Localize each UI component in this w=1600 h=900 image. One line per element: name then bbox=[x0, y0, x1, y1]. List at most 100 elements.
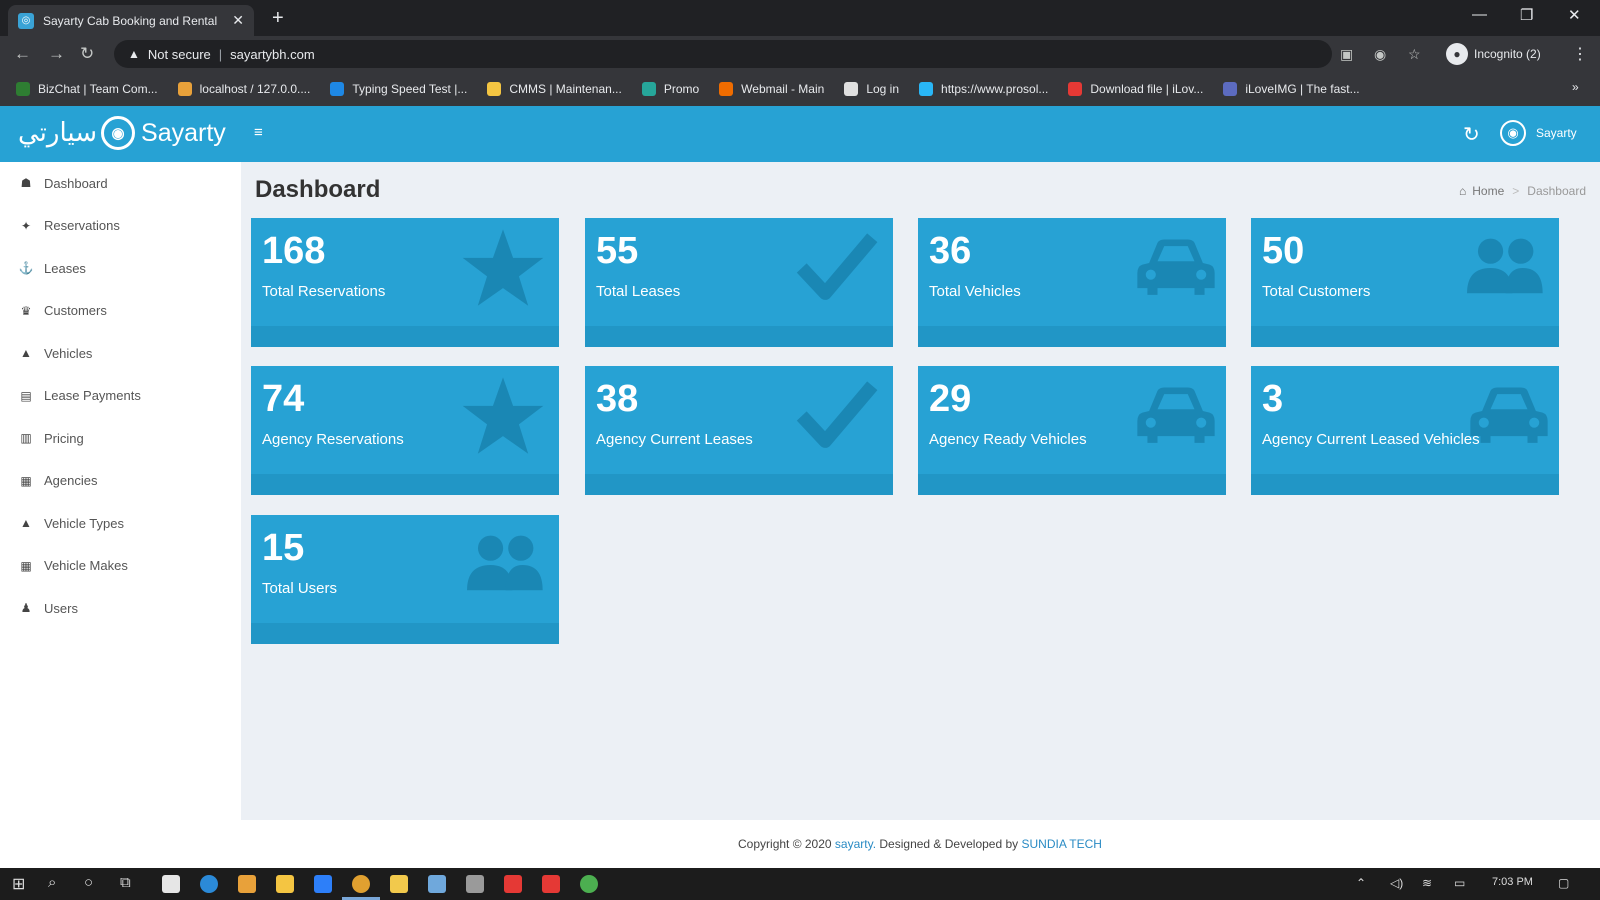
sidebar-item-leases[interactable]: ⚓ Leases bbox=[0, 247, 241, 290]
search-icon[interactable]: ⌕ bbox=[48, 874, 56, 891]
stat-card-footer[interactable] bbox=[585, 474, 893, 495]
site-favicon-icon: ◎ bbox=[18, 12, 34, 29]
file-explorer-icon[interactable] bbox=[390, 875, 408, 893]
stat-card-footer[interactable] bbox=[918, 326, 1226, 347]
volume-icon[interactable]: ◁) bbox=[1390, 876, 1403, 890]
app-icon[interactable] bbox=[580, 875, 598, 893]
stat-card-footer[interactable] bbox=[251, 326, 559, 347]
app-icon[interactable] bbox=[428, 875, 446, 893]
restore-window-button[interactable]: ❐ bbox=[1520, 6, 1533, 24]
tray-expand-icon[interactable]: ⌃ bbox=[1356, 876, 1366, 890]
minimize-window-button[interactable]: — bbox=[1472, 6, 1487, 23]
stat-label: Total Vehicles bbox=[929, 283, 1021, 300]
close-tab-icon[interactable]: ✕ bbox=[232, 12, 244, 29]
stat-card-agency-current-leases[interactable]: 38 Agency Current Leases bbox=[585, 366, 893, 495]
back-arrow-icon[interactable]: ← bbox=[14, 44, 31, 64]
app-icon[interactable] bbox=[504, 875, 522, 893]
sidebar-item-vehicle-types[interactable]: ▲ Vehicle Types bbox=[0, 502, 241, 545]
security-label: Not secure bbox=[147, 46, 211, 62]
stat-card-footer[interactable] bbox=[1251, 326, 1559, 347]
address-bar[interactable]: ▲ Not secure | sayartybh.com bbox=[114, 40, 1332, 68]
app-icon[interactable] bbox=[314, 875, 332, 893]
tracking-blocked-icon[interactable]: ◉ bbox=[1374, 46, 1386, 63]
app-icon[interactable] bbox=[238, 875, 256, 893]
store-app-icon[interactable] bbox=[162, 875, 180, 893]
sidebar-item-label: Users bbox=[44, 600, 78, 616]
task-view-icon[interactable]: ⧉ bbox=[120, 874, 131, 891]
breadcrumb: ⌂ Home > Dashboard bbox=[1459, 184, 1586, 198]
car-icon bbox=[1128, 226, 1215, 310]
stat-card-footer[interactable] bbox=[251, 623, 559, 644]
pricing-icon: ▥ bbox=[20, 431, 32, 446]
sidebar-item-customers[interactable]: ♛ Customers bbox=[0, 290, 241, 333]
sidebar-item-dashboard[interactable]: ☗ Dashboard bbox=[0, 162, 241, 205]
bookmark-item[interactable]: CMMS | Maintenan... bbox=[487, 82, 622, 96]
app-icon[interactable] bbox=[276, 875, 294, 893]
stat-card-total-users[interactable]: 15 Total Users bbox=[251, 515, 559, 644]
bookmark-item[interactable]: https://www.prosol... bbox=[919, 82, 1048, 96]
brand-link[interactable]: sayarty. bbox=[835, 837, 876, 851]
chrome-app-icon[interactable] bbox=[352, 875, 370, 893]
bookmark-item[interactable]: Webmail - Main bbox=[719, 82, 824, 96]
sidebar-item-label: Agencies bbox=[44, 473, 98, 489]
user-name[interactable]: Sayarty bbox=[1536, 126, 1577, 140]
sidebar-toggle-icon[interactable]: ≡ bbox=[254, 124, 263, 141]
user-avatar[interactable]: ◉ bbox=[1500, 120, 1526, 146]
bookmark-favicon-icon bbox=[487, 82, 502, 96]
breadcrumb-home-link[interactable]: Home bbox=[1472, 184, 1504, 198]
new-tab-button[interactable]: + bbox=[272, 7, 284, 30]
sidebar-item-agencies[interactable]: ▦ Agencies bbox=[0, 460, 241, 503]
home-icon[interactable]: ⌂ bbox=[1459, 184, 1466, 198]
bookmark-item[interactable]: iLoveIMG | The fast... bbox=[1223, 82, 1360, 96]
browser-menu-icon[interactable]: ⋮ bbox=[1572, 44, 1588, 64]
clock-time[interactable]: 7:03 PM bbox=[1492, 876, 1533, 888]
bookmark-favicon-icon bbox=[1068, 82, 1083, 96]
bookmark-item[interactable]: localhost / 127.0.0.... bbox=[177, 82, 310, 96]
app-icon[interactable] bbox=[466, 875, 484, 893]
bookmark-item[interactable]: BizChat | Team Com... bbox=[16, 82, 158, 96]
windows-start-icon[interactable]: ⊞ bbox=[12, 874, 25, 894]
stat-card-footer[interactable] bbox=[918, 474, 1226, 495]
sidebar-item-lease-payments[interactable]: ▤ Lease Payments bbox=[0, 375, 241, 418]
bookmark-item[interactable]: Typing Speed Test |... bbox=[330, 82, 467, 96]
keyboard-icon[interactable]: ▭ bbox=[1454, 876, 1465, 890]
developer-link[interactable]: SUNDIA TECH bbox=[1022, 837, 1102, 851]
translate-icon[interactable]: ▣ bbox=[1340, 46, 1353, 63]
sidebar-item-vehicle-makes[interactable]: ▦ Vehicle Makes bbox=[0, 545, 241, 588]
forward-arrow-icon[interactable]: → bbox=[48, 44, 65, 64]
payment-icon: ▤ bbox=[20, 388, 32, 403]
stat-card-total-reservations[interactable]: 168 Total Reservations bbox=[251, 218, 559, 347]
stat-card-footer[interactable] bbox=[585, 326, 893, 347]
bookmark-star-icon[interactable]: ☆ bbox=[1408, 46, 1421, 63]
sidebar-item-reservations[interactable]: ✦ Reservations bbox=[0, 205, 241, 248]
stat-card-agency-ready-vehicles[interactable]: 29 Agency Ready Vehicles bbox=[918, 366, 1226, 495]
stat-card-footer[interactable] bbox=[1251, 474, 1559, 495]
stat-card-total-customers[interactable]: 50 Total Customers bbox=[1251, 218, 1559, 347]
sidebar-item-vehicles[interactable]: ▲ Vehicles bbox=[0, 332, 241, 375]
reload-icon[interactable]: ↻ bbox=[80, 44, 94, 64]
sidebar-item-users[interactable]: ♟ Users bbox=[0, 587, 241, 630]
browser-tab[interactable]: ◎ Sayarty Cab Booking and Rental ✕ bbox=[8, 5, 254, 36]
cortana-icon[interactable]: ○ bbox=[84, 874, 93, 891]
bookmark-item[interactable]: Promo bbox=[641, 82, 699, 96]
app-icon[interactable] bbox=[542, 875, 560, 893]
stat-card-footer[interactable] bbox=[251, 474, 559, 495]
warning-icon[interactable]: ▲ bbox=[128, 47, 140, 61]
edge-app-icon[interactable] bbox=[200, 875, 218, 893]
bookmark-item[interactable]: Download file | iLov... bbox=[1068, 82, 1203, 96]
stat-card-agency-reservations[interactable]: 74 Agency Reservations bbox=[251, 366, 559, 495]
more-bookmarks-icon[interactable]: » bbox=[1572, 80, 1579, 94]
incognito-profile-button[interactable]: ● Incognito (2) bbox=[1446, 42, 1541, 66]
stat-card-total-leases[interactable]: 55 Total Leases bbox=[585, 218, 893, 347]
stat-label: Agency Ready Vehicles bbox=[929, 431, 1087, 448]
sayarty-logo[interactable]: سيارتي ◉ Sayarty bbox=[18, 116, 226, 150]
refresh-icon[interactable]: ↻ bbox=[1463, 122, 1480, 147]
bookmark-item[interactable]: Log in bbox=[844, 82, 899, 96]
tab-title: Sayarty Cab Booking and Rental bbox=[43, 13, 218, 28]
notifications-icon[interactable]: ▢ bbox=[1558, 876, 1569, 890]
network-icon[interactable]: ≋ bbox=[1422, 876, 1432, 890]
close-window-button[interactable]: ✕ bbox=[1568, 6, 1581, 24]
sidebar-item-pricing[interactable]: ▥ Pricing bbox=[0, 417, 241, 460]
stat-card-total-vehicles[interactable]: 36 Total Vehicles bbox=[918, 218, 1226, 347]
stat-card-agency-current-leased-vehicles[interactable]: 3 Agency Current Leased Vehicles bbox=[1251, 366, 1559, 495]
